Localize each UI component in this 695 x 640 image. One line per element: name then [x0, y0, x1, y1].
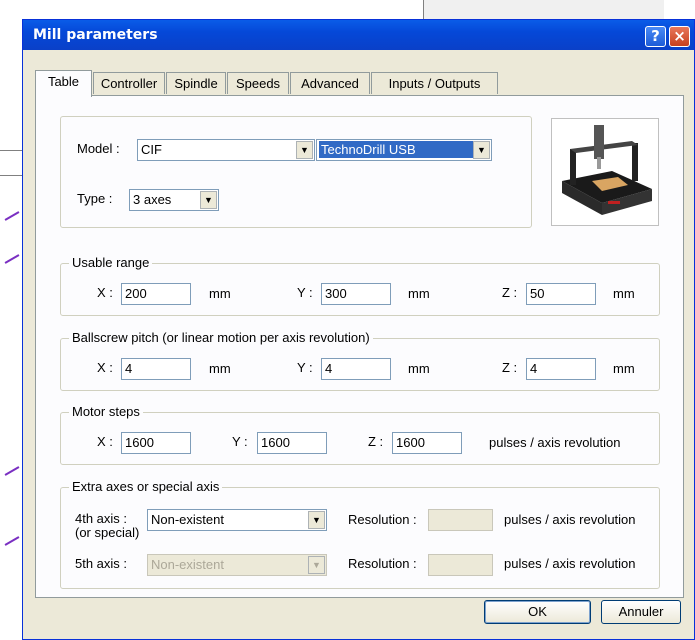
ballscrew-z-label: Z : [502, 360, 518, 375]
background-window-panel [423, 0, 664, 21]
axis5-resolution-label: Resolution : [348, 556, 417, 571]
motor-y-input[interactable]: 1600 [257, 432, 327, 454]
background-curve-mark [4, 466, 20, 476]
motor-z-input[interactable]: 1600 [392, 432, 462, 454]
usable-range-group: Usable range X : 200 mm Y : 300 mm Z : 5… [60, 255, 660, 316]
model-machine-value: TechnoDrill USB [319, 141, 476, 158]
background-curve-mark [4, 536, 20, 546]
model-machine-select[interactable]: TechnoDrill USB ▼ [316, 139, 492, 161]
axis4-label: 4th axis : [75, 511, 128, 526]
help-icon: ? [651, 27, 660, 45]
axis4-select[interactable]: Non-existent ▼ [147, 509, 327, 531]
title-bar[interactable]: Mill parameters ? × [23, 20, 694, 50]
close-icon: × [673, 27, 686, 45]
window-title: Mill parameters [33, 27, 158, 43]
axis4-resolution-label: Resolution : [348, 512, 417, 527]
extra-axes-group: Extra axes or special axis 4th axis : (o… [60, 479, 660, 589]
cancel-button[interactable]: Annuler [601, 600, 681, 624]
axis5-value: Non-existent [151, 557, 224, 572]
axis5-resolution-input[interactable] [428, 554, 493, 576]
axis5-unit: pulses / axis revolution [504, 556, 636, 571]
type-label: Type : [77, 191, 113, 206]
close-button[interactable]: × [669, 26, 690, 47]
usable-range-title: Usable range [69, 255, 153, 270]
usable-x-unit: mm [209, 286, 231, 301]
usable-x-label: X : [97, 285, 113, 300]
tab-controller[interactable]: Controller [93, 72, 165, 94]
motor-x-label: X : [97, 434, 113, 449]
type-select[interactable]: 3 axes ▼ [129, 189, 219, 211]
extra-axes-title: Extra axes or special axis [69, 479, 223, 494]
tab-table[interactable]: Table [35, 70, 92, 97]
model-brand-select[interactable]: CIF ▼ [137, 139, 315, 161]
axis5-label: 5th axis : [75, 556, 128, 571]
axis4-unit: pulses / axis revolution [504, 512, 636, 527]
ok-button[interactable]: OK [484, 600, 591, 624]
tab-inputs-outputs[interactable]: Inputs / Outputs [371, 72, 498, 94]
usable-y-input[interactable]: 300 [321, 283, 391, 305]
table-tab-panel: Model : CIF ▼ TechnoDrill USB ▼ Type : 3… [35, 95, 684, 598]
motor-steps-group: Motor steps X : 1600 Y : 1600 Z : 1600 p… [60, 404, 660, 465]
mill-machine-photo [551, 118, 659, 226]
background-divider [0, 150, 24, 151]
background-curve-mark [4, 211, 20, 221]
ballscrew-x-label: X : [97, 360, 113, 375]
motor-steps-title: Motor steps [69, 404, 143, 419]
model-brand-value: CIF [141, 142, 162, 157]
usable-y-label: Y : [297, 285, 313, 300]
ballscrew-y-input[interactable]: 4 [321, 358, 391, 380]
help-button[interactable]: ? [645, 26, 666, 47]
tab-advanced[interactable]: Advanced [290, 72, 370, 94]
chevron-down-icon[interactable]: ▼ [473, 141, 490, 159]
motor-x-input[interactable]: 1600 [121, 432, 191, 454]
motor-steps-unit: pulses / axis revolution [489, 435, 621, 450]
axis5-select[interactable]: Non-existent ▼ [147, 554, 327, 576]
chevron-down-icon[interactable]: ▼ [308, 556, 325, 574]
mill-machine-icon [562, 125, 652, 215]
ballscrew-z-input[interactable]: 4 [526, 358, 596, 380]
axis4-value: Non-existent [151, 512, 224, 527]
model-group: Model : CIF ▼ TechnoDrill USB ▼ Type : 3… [60, 116, 532, 228]
tab-spindle[interactable]: Spindle [166, 72, 226, 94]
ballscrew-title: Ballscrew pitch (or linear motion per ax… [69, 330, 373, 345]
ballscrew-y-label: Y : [297, 360, 313, 375]
tab-speeds[interactable]: Speeds [227, 72, 289, 94]
motor-z-label: Z : [368, 434, 384, 449]
ballscrew-group: Ballscrew pitch (or linear motion per ax… [60, 330, 660, 391]
background-curve-mark [4, 254, 20, 264]
chevron-down-icon[interactable]: ▼ [296, 141, 313, 159]
usable-y-unit: mm [408, 286, 430, 301]
usable-x-input[interactable]: 200 [121, 283, 191, 305]
axis4-sublabel: (or special) [75, 525, 140, 540]
mill-parameters-dialog: Mill parameters ? × Table Controller Spi… [22, 19, 695, 640]
ballscrew-x-input[interactable]: 4 [121, 358, 191, 380]
model-label: Model : [77, 141, 120, 156]
type-value: 3 axes [133, 192, 172, 207]
axis4-resolution-input[interactable] [428, 509, 493, 531]
ballscrew-z-unit: mm [613, 361, 635, 376]
chevron-down-icon[interactable]: ▼ [200, 191, 217, 209]
usable-z-unit: mm [613, 286, 635, 301]
chevron-down-icon[interactable]: ▼ [308, 511, 325, 529]
usable-z-label: Z : [502, 285, 518, 300]
motor-y-label: Y : [232, 434, 248, 449]
background-divider [0, 175, 24, 176]
ballscrew-x-unit: mm [209, 361, 231, 376]
ballscrew-y-unit: mm [408, 361, 430, 376]
usable-z-input[interactable]: 50 [526, 283, 596, 305]
